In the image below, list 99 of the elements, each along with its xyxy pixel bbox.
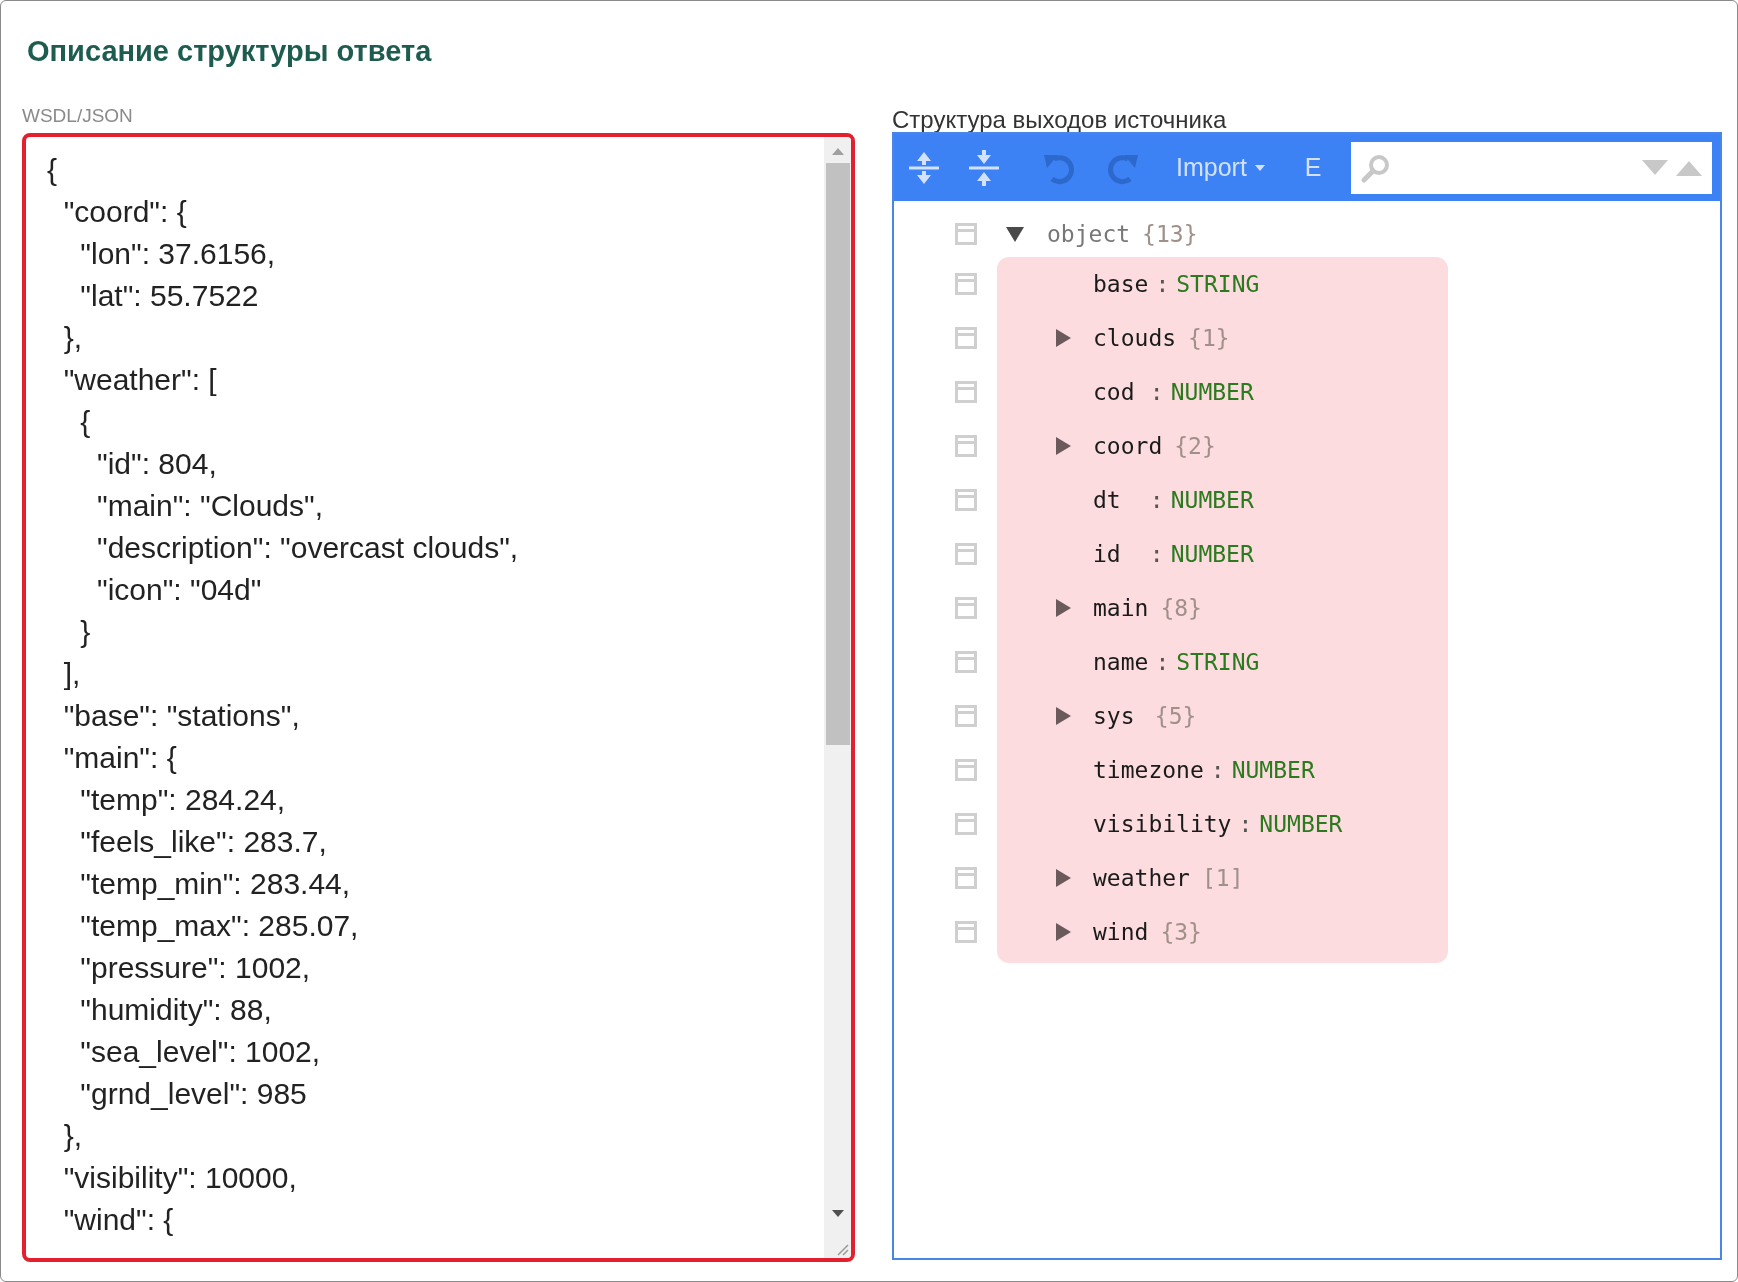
scrollbar-thumb[interactable] bbox=[825, 163, 850, 745]
collapse-all-icon[interactable] bbox=[968, 149, 1000, 186]
code-line: "feels_like": 283.7, bbox=[79, 824, 327, 860]
expand-toggle-icon[interactable] bbox=[1055, 437, 1071, 455]
node-name: wind bbox=[1093, 917, 1149, 947]
colon: : bbox=[1149, 377, 1164, 407]
code-line: { bbox=[79, 404, 91, 440]
node-count: {1} bbox=[1188, 323, 1230, 353]
row-handle-icon[interactable] bbox=[955, 813, 977, 835]
expand-toggle-icon[interactable] bbox=[1055, 707, 1071, 725]
scroll-up-icon[interactable] bbox=[831, 147, 844, 155]
row-handle-icon[interactable] bbox=[955, 705, 977, 727]
collapse-toggle-icon[interactable] bbox=[1006, 226, 1024, 242]
node-name: object bbox=[1047, 219, 1131, 249]
expand-toggle-icon[interactable] bbox=[1055, 329, 1071, 347]
node-name: sys bbox=[1093, 701, 1136, 731]
code-line: ], bbox=[62, 656, 81, 692]
code-line: "description": "overcast clouds", bbox=[96, 530, 519, 566]
node-name: name bbox=[1093, 647, 1149, 677]
code-line: "main": { bbox=[62, 740, 177, 776]
code-line: "humidity": 88, bbox=[79, 992, 272, 1028]
section-title: Описание структуры ответа bbox=[27, 37, 432, 66]
code-line: "temp_min": 283.44, bbox=[79, 866, 351, 902]
row-handle-icon[interactable] bbox=[955, 273, 977, 295]
node-name: cod bbox=[1093, 377, 1136, 407]
scroll-down-icon[interactable] bbox=[831, 1210, 844, 1218]
code-line: "weather": [ bbox=[62, 362, 217, 398]
row-handle-icon[interactable] bbox=[955, 597, 977, 619]
node-name: visibility bbox=[1093, 809, 1232, 839]
code-line: { bbox=[47, 152, 58, 188]
code-line: "lat": 55.7522 bbox=[79, 278, 259, 314]
node-name: base bbox=[1093, 269, 1149, 299]
row-handle-icon[interactable] bbox=[955, 543, 977, 565]
node-name: timezone bbox=[1093, 755, 1204, 785]
code-line: "sea_level": 1002, bbox=[79, 1034, 321, 1070]
row-handle-icon[interactable] bbox=[955, 867, 977, 889]
colon: : bbox=[1149, 485, 1164, 515]
node-type: STRING bbox=[1176, 647, 1260, 677]
node-type: NUMBER bbox=[1170, 485, 1254, 515]
colon: : bbox=[1155, 269, 1170, 299]
code-line: "temp": 284.24, bbox=[79, 782, 286, 818]
node-name: dt bbox=[1093, 485, 1122, 515]
node-type: NUMBER bbox=[1259, 809, 1343, 839]
panel-label: Структура выходов источника bbox=[892, 108, 1227, 132]
node-type: NUMBER bbox=[1231, 755, 1315, 785]
search-field[interactable] bbox=[1351, 141, 1712, 194]
caret-icon bbox=[1254, 164, 1265, 171]
row-handle-icon[interactable] bbox=[955, 381, 977, 403]
row-handle-icon[interactable] bbox=[955, 921, 977, 943]
node-name: main bbox=[1093, 593, 1149, 623]
code-line: "coord": { bbox=[62, 194, 187, 230]
code-line: "visibility": 10000, bbox=[62, 1160, 297, 1196]
row-handle-icon[interactable] bbox=[955, 327, 977, 349]
scrollbar[interactable] bbox=[824, 137, 851, 1258]
code-line: "temp_max": 285.07, bbox=[79, 908, 359, 944]
node-count: {8} bbox=[1160, 593, 1202, 623]
search-previous-icon[interactable] bbox=[1676, 159, 1702, 176]
code-line: "main": "Clouds", bbox=[96, 488, 324, 524]
import-menu-button[interactable]: Import bbox=[1176, 148, 1265, 187]
search-next-icon[interactable] bbox=[1642, 159, 1668, 176]
code-line: "icon": "04d" bbox=[96, 572, 262, 608]
colon: : bbox=[1210, 755, 1225, 785]
toolbar-button[interactable]: E bbox=[1304, 148, 1322, 187]
node-type: NUMBER bbox=[1170, 539, 1254, 569]
code-line: "lon": 37.6156, bbox=[79, 236, 276, 272]
node-name: weather bbox=[1093, 863, 1190, 893]
json-input-field[interactable] bbox=[22, 133, 855, 1262]
node-count: {3} bbox=[1160, 917, 1202, 947]
row-handle-icon[interactable] bbox=[955, 435, 977, 457]
node-type: STRING bbox=[1176, 269, 1260, 299]
node-name: coord bbox=[1093, 431, 1163, 461]
expand-toggle-icon[interactable] bbox=[1055, 599, 1071, 617]
code-line: "pressure": 1002, bbox=[79, 950, 311, 986]
field-label: WSDL/JSON bbox=[22, 106, 133, 128]
code-line: }, bbox=[62, 320, 83, 356]
code-line: "grnd_level": 985 bbox=[79, 1076, 307, 1112]
node-count: {13} bbox=[1142, 219, 1198, 249]
code-line: "id": 804, bbox=[96, 446, 217, 482]
row-handle-icon[interactable] bbox=[955, 759, 977, 781]
colon: : bbox=[1238, 809, 1253, 839]
search-icon bbox=[1361, 152, 1391, 183]
row-handle-icon[interactable] bbox=[955, 489, 977, 511]
node-count: [1] bbox=[1201, 863, 1244, 893]
node-count: {2} bbox=[1174, 431, 1216, 461]
node-type: NUMBER bbox=[1170, 377, 1254, 407]
colon: : bbox=[1149, 539, 1164, 569]
colon: : bbox=[1155, 647, 1170, 677]
node-name: id bbox=[1093, 539, 1122, 569]
resize-grip-icon[interactable] bbox=[835, 1242, 849, 1256]
row-handle-icon[interactable] bbox=[955, 651, 977, 673]
row-handle-icon[interactable] bbox=[955, 223, 977, 245]
expand-toggle-icon[interactable] bbox=[1055, 869, 1071, 887]
code-line: "base": "stations", bbox=[62, 698, 300, 734]
code-line: }, bbox=[62, 1118, 83, 1154]
node-count: {5} bbox=[1154, 701, 1197, 731]
node-name: clouds bbox=[1093, 323, 1177, 353]
code-line: } bbox=[79, 614, 91, 650]
code-line: "wind": { bbox=[62, 1202, 174, 1238]
expand-toggle-icon[interactable] bbox=[1055, 923, 1071, 941]
